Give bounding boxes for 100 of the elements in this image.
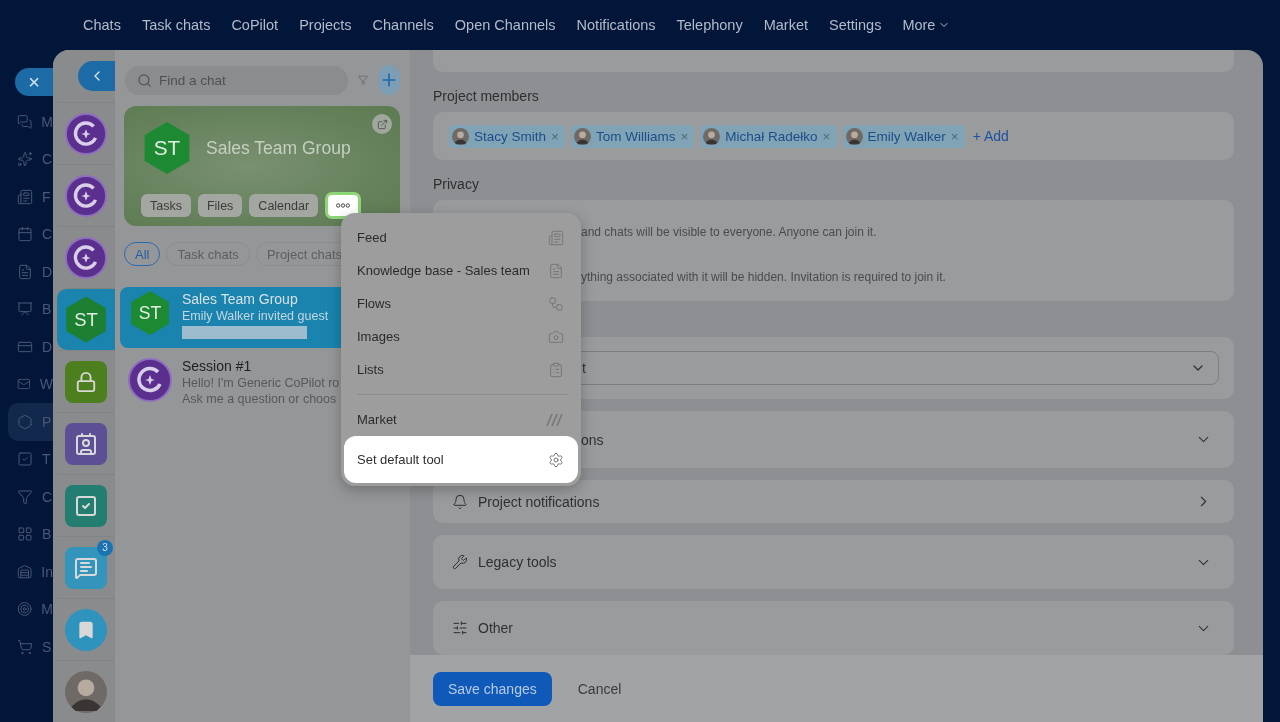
nav-link[interactable]: Chats [83,17,121,33]
menu-label: Knowledge base - Sales team [357,263,530,278]
bell-icon [452,493,468,510]
sidebar-item[interactable]: C [8,215,53,253]
sidebar-item[interactable]: In [8,553,53,591]
menu-label: Flows [357,296,391,311]
field-label: Project members [433,88,540,104]
sidebar-item[interactable]: M [8,103,53,141]
sidebar-label: C [42,226,53,243]
member-name: Michał Radełko [725,128,818,144]
open-external-button[interactable] [372,114,392,134]
sidebar-item[interactable]: C [8,140,53,178]
sidebar-item[interactable]: F [8,178,53,216]
hexagon-icon [17,413,33,430]
nav-link[interactable]: Channels [372,17,434,33]
rail-chat-item[interactable]: ST [57,288,115,350]
save-button[interactable]: Save changes [433,671,552,706]
sidebar-label: D [42,263,53,280]
settings-section[interactable]: Project notifications [433,480,1234,523]
flow-icon [548,295,564,312]
group-title: Sales Team Group [206,137,351,159]
user-avatar [65,670,107,713]
remove-icon[interactable]: × [822,128,831,144]
nav-link[interactable]: Task chats [141,17,211,33]
sidebar-item[interactable]: C [8,478,53,516]
remove-icon[interactable]: × [680,128,689,144]
add-link[interactable]: + Add [972,128,1009,144]
chat-title: Sales Team Group [182,291,299,307]
member-name: Tom Williams [595,128,676,144]
settings-icon [548,451,564,468]
copilot-avatar [128,358,172,402]
nav-link[interactable]: Market [763,17,808,33]
tool-button[interactable]: Tasks [141,194,191,217]
bookmark-icon [76,619,96,640]
sidebar-item[interactable]: W [8,365,53,403]
filter-chip[interactable]: Task chats [166,242,250,266]
cancel-button[interactable]: Cancel [577,680,622,697]
more-button[interactable] [325,192,362,219]
chat-title: Session #1 [182,358,253,374]
nav-link[interactable]: Settings [829,17,882,33]
funnel-icon [17,488,33,505]
stripes-icon [546,412,564,427]
remove-icon[interactable]: × [950,128,959,144]
settings-section[interactable]: Other [433,601,1234,655]
back-button[interactable] [78,61,115,91]
nav-link[interactable]: More [902,17,951,33]
nav-link[interactable]: Telephony [676,17,743,33]
sidebar-item[interactable]: T [8,440,53,478]
close-button[interactable]: × [15,68,53,96]
remove-icon[interactable]: × [551,128,559,144]
menu-label: Images [357,329,400,344]
search-field[interactable]: Find a chat [125,65,348,95]
checkbox-icon [17,451,33,468]
external-link-icon [376,118,388,130]
checkbox-icon [74,493,98,518]
newspaper-icon [17,188,33,205]
chat-bubbles-icon [17,113,33,130]
grid-icon [17,526,33,543]
member-avatar [845,127,863,145]
sidebar-item[interactable]: M [8,590,53,628]
member-name: Emily Walker [867,128,946,144]
sidebar-label: S [42,638,52,655]
sidebar-item[interactable]: S [8,628,53,666]
member-name: Stacy Smith [474,128,547,144]
sidebar-label: C [42,488,53,505]
section-title: Other [478,620,514,636]
field-label: Privacy [433,176,480,192]
newspaper-icon [548,229,564,246]
menu-label: Market [357,412,397,427]
list-icon [548,361,564,378]
sidebar-item[interactable]: B [8,290,53,328]
sidebar-item[interactable]: D [8,253,53,291]
calendar-icon [17,226,33,243]
wrench-icon [452,554,468,570]
rail-chat-item[interactable]: 3 [57,536,115,598]
copilot-avatar [65,112,107,155]
document-icon [17,263,33,280]
cart-icon [17,638,33,655]
filter-chip[interactable]: All [124,242,161,266]
sidebar-item[interactable]: B [8,515,53,553]
tool-button[interactable]: Files [197,194,243,217]
dots-icon [336,203,351,208]
nav-link[interactable]: Open Channels [454,17,556,33]
nav-link[interactable]: Projects [299,17,352,33]
section-title: Legacy tools [478,554,558,570]
new-chat-button[interactable] [378,65,400,95]
settings-section[interactable]: Legacy tools [433,535,1234,589]
nav-link[interactable]: Notifications [576,17,656,33]
sidebar-label: M [41,601,53,618]
members-field[interactable]: Stacy Smith × Tom Williams × Michał Radełko × Emily Walker × + Add [433,112,1234,160]
chat-bubble-icon [74,555,98,580]
chat-preview: Hello! I'm Generic CoPilot ro [182,376,340,390]
chat-preview: Emily Walker invited guest [182,309,329,323]
member-avatar [452,127,469,145]
tool-button[interactable]: Calendar [249,194,319,217]
menu-item[interactable]: Set default tool [344,436,578,483]
member-avatar [703,127,721,145]
nav-link[interactable]: CoPilot [231,17,279,33]
sidebar-item[interactable]: D [8,328,53,366]
copilot-avatar [65,174,107,217]
